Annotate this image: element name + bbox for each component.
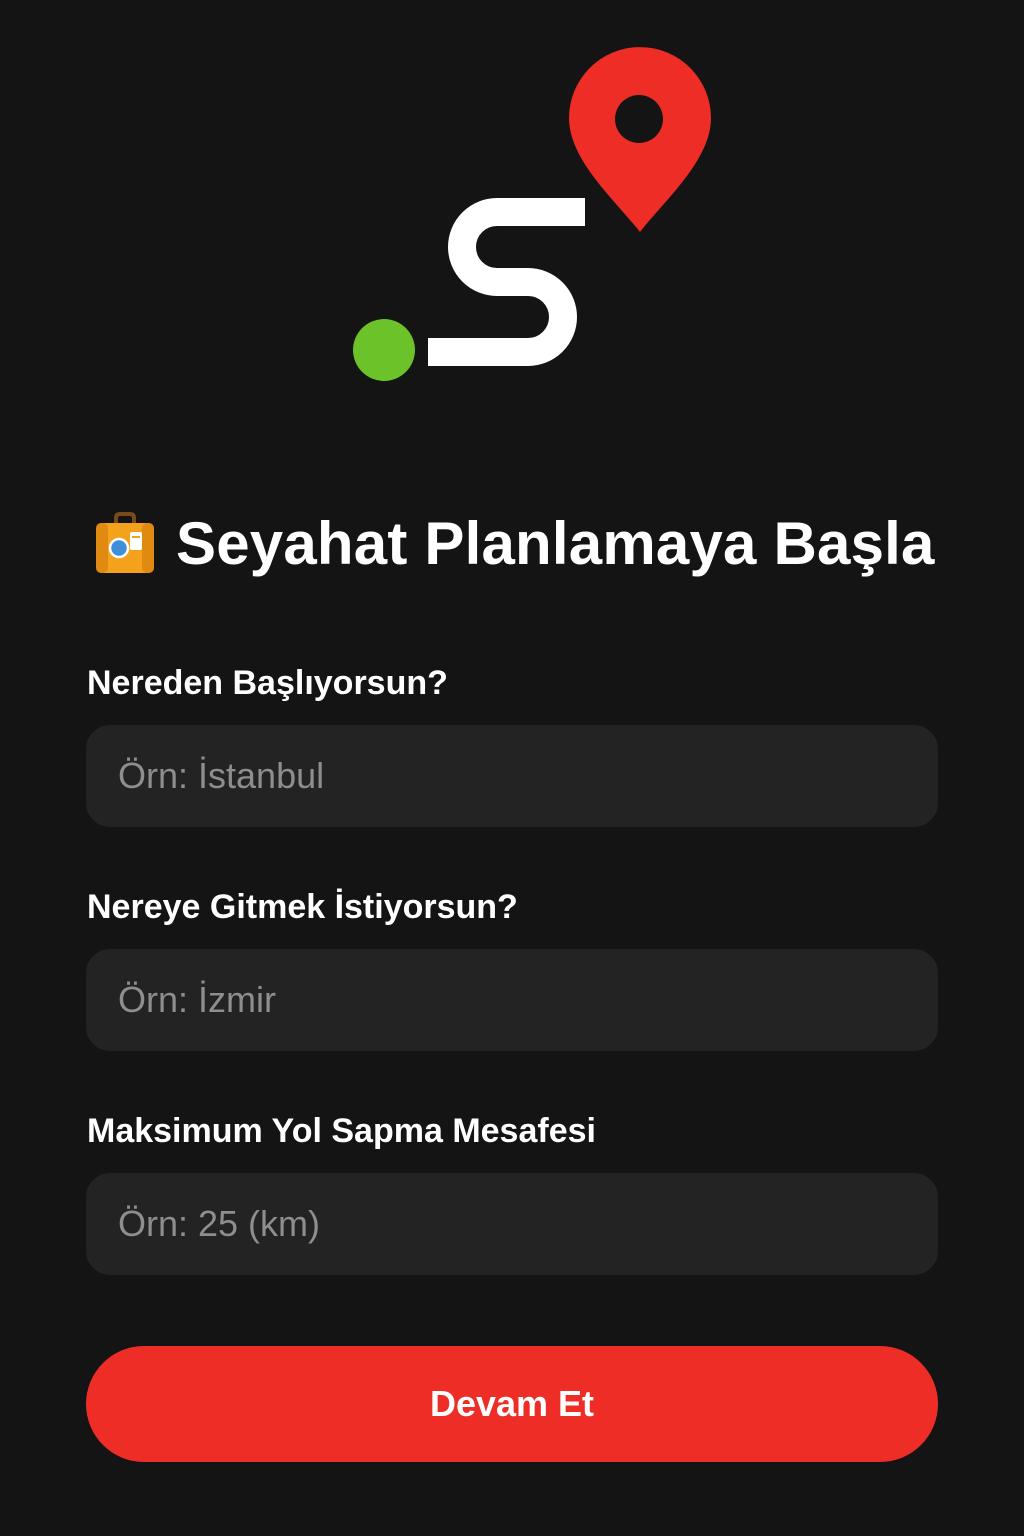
detour-distance-input[interactable] [86,1173,938,1275]
page-title: Seyahat Planlamaya Başla [176,509,935,577]
to-label: Nereye Gitmek İstiyorsun? [87,888,518,926]
continue-button[interactable]: Devam Et [86,1346,938,1462]
from-label: Nereden Başlıyorsun? [87,664,448,702]
from-input[interactable] [86,725,938,827]
suitcase-icon [92,510,158,576]
to-input[interactable] [86,949,938,1051]
detour-label: Maksimum Yol Sapma Mesafesi [87,1112,596,1150]
page-header: Seyahat Planlamaya Başla [92,500,952,586]
route-logo-icon [340,40,730,400]
